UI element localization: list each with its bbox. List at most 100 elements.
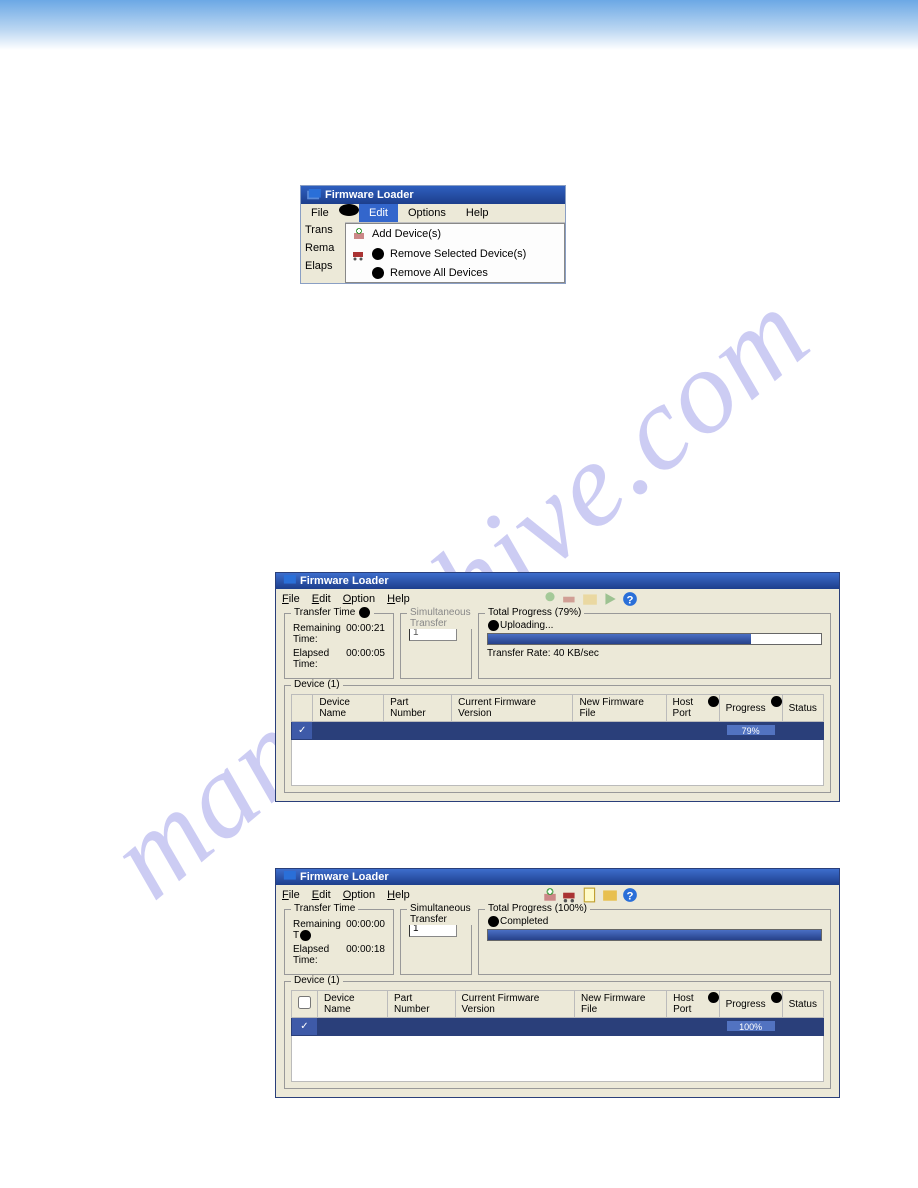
loader-window-uploading: Firmware Loader File Edit Option Help ? … (275, 572, 840, 802)
menu-edit[interactable]: Edit (312, 889, 331, 901)
elapsed-value: 00:00:05 (346, 648, 385, 670)
remaining-value: 00:00:21 (346, 623, 385, 645)
cell-status (782, 722, 823, 740)
cell-host-port (667, 1018, 720, 1036)
window-title: Firmware Loader (325, 189, 414, 201)
app-icon (282, 575, 296, 587)
cell-part-number (388, 1018, 456, 1036)
toolbar-play-icon[interactable] (602, 591, 618, 607)
col-device-name[interactable]: Device Name (318, 991, 388, 1018)
toolbar-doc-icon[interactable] (582, 887, 598, 903)
menu-edit[interactable]: Edit (312, 593, 331, 605)
side-label-elapsed: Elaps (305, 260, 341, 272)
progress-bar (487, 633, 822, 645)
menubar: File Edit Option Help ? (276, 589, 839, 609)
toolbar-folder-icon[interactable] (602, 887, 618, 903)
row-checkbox[interactable]: ✓ (292, 722, 313, 740)
side-label-remaining: Rema (305, 242, 341, 254)
side-label-transfer: Trans (305, 224, 341, 236)
annotation-marker (339, 204, 359, 216)
device-group-label: Device (1) (291, 679, 343, 690)
menu-options[interactable]: Options (398, 204, 456, 222)
add-icon (352, 227, 366, 241)
toolbar-help-icon[interactable]: ? (622, 887, 638, 903)
window-titlebar: Firmware Loader (276, 869, 839, 885)
col-firmware-version[interactable]: Current Firmware Version (452, 695, 573, 722)
cell-device-name (313, 722, 384, 740)
cell-device-name (318, 1018, 388, 1036)
annotation-marker (771, 696, 782, 707)
menu-file[interactable]: File (282, 593, 300, 605)
annotation-marker (708, 992, 719, 1003)
menu-file[interactable]: File (301, 204, 339, 222)
device-table: Device Name Part Number Current Firmware… (291, 990, 824, 1036)
col-check[interactable] (292, 991, 318, 1018)
cell-progress: 100% (719, 1018, 782, 1036)
col-check[interactable] (292, 695, 313, 722)
annotation-marker (488, 916, 499, 927)
toolbar-help-icon[interactable]: ? (622, 591, 638, 607)
table-row[interactable]: ✓ 100% (292, 1018, 824, 1036)
toolbar-folder-icon[interactable] (582, 591, 598, 607)
svg-text:?: ? (626, 891, 633, 903)
table-row[interactable]: ✓ 79% (292, 722, 824, 740)
menu-item-remove-selected[interactable]: Remove Selected Device(s) (346, 244, 564, 264)
annotation-marker (372, 248, 384, 260)
menu-edit[interactable]: Edit (359, 204, 398, 222)
col-firmware-version[interactable]: Current Firmware Version (455, 991, 575, 1018)
device-group-label: Device (1) (291, 975, 343, 986)
menu-item-add-label: Add Device(s) (372, 228, 441, 240)
transfer-time-label: Transfer Time (291, 903, 358, 914)
toolbar-add-icon[interactable] (542, 887, 558, 903)
annotation-marker (372, 267, 384, 279)
menu-help[interactable]: Help (387, 889, 410, 901)
transfer-rate: Transfer Rate: 40 KB/sec (487, 648, 822, 659)
cell-status (782, 1018, 823, 1036)
menu-screenshot: Firmware Loader File Trans Rema Elaps Ed… (300, 185, 566, 284)
menu-option[interactable]: Option (343, 889, 375, 901)
remaining-label: Remaining Time: (293, 623, 346, 645)
toolbar: ? (542, 591, 638, 607)
col-new-firmware[interactable]: New Firmware File (573, 695, 666, 722)
menu-item-remove-all[interactable]: Remove All Devices (346, 264, 564, 282)
cell-new-firmware (573, 722, 666, 740)
window-title: Firmware Loader (300, 575, 389, 587)
toolbar-cart-icon[interactable] (562, 887, 578, 903)
col-status[interactable]: Status (782, 991, 823, 1018)
window-title: Firmware Loader (300, 871, 389, 883)
cell-host-port (666, 722, 719, 740)
menu-item-add-device[interactable]: Add Device(s) (346, 224, 564, 244)
annotation-marker (771, 992, 782, 1003)
menu-help[interactable]: Help (456, 204, 499, 222)
col-part-number[interactable]: Part Number (388, 991, 456, 1018)
cell-progress: 79% (719, 722, 782, 740)
elapsed-label: Elapsed Time: (293, 944, 346, 966)
total-progress-label: Total Progress (100%) (485, 903, 590, 914)
page-header-gradient (0, 0, 918, 50)
toolbar-cart-icon[interactable] (562, 591, 578, 607)
menu-item-remove-selected-label: Remove Selected Device(s) (390, 248, 526, 260)
elapsed-label: Elapsed Time: (293, 648, 346, 670)
menu-item-remove-all-label: Remove All Devices (390, 267, 488, 279)
toolbar-add-icon[interactable] (542, 591, 558, 607)
col-device-name[interactable]: Device Name (313, 695, 384, 722)
window-titlebar: Firmware Loader (301, 186, 565, 204)
transfer-time-label: Transfer Time (294, 607, 355, 618)
menu-option[interactable]: Option (343, 593, 375, 605)
col-status[interactable]: Status (782, 695, 823, 722)
row-checkbox[interactable]: ✓ (292, 1018, 318, 1036)
app-icon (282, 871, 296, 883)
table-body-space (291, 1036, 824, 1082)
device-table: Device Name Part Number Current Firmware… (291, 694, 824, 740)
col-new-firmware[interactable]: New Firmware File (575, 991, 667, 1018)
menu-help[interactable]: Help (387, 593, 410, 605)
menu-file[interactable]: File (282, 889, 300, 901)
sim-transfer-label: Simultaneous Transfer (407, 607, 474, 629)
upload-status: Uploading... (500, 620, 553, 631)
annotation-marker (300, 930, 311, 941)
sim-transfer-label: Simultaneous Transfer (407, 903, 474, 925)
cell-firmware-version (452, 722, 573, 740)
col-part-number[interactable]: Part Number (384, 695, 452, 722)
table-body-space (291, 740, 824, 786)
header-checkbox[interactable] (298, 996, 311, 1009)
